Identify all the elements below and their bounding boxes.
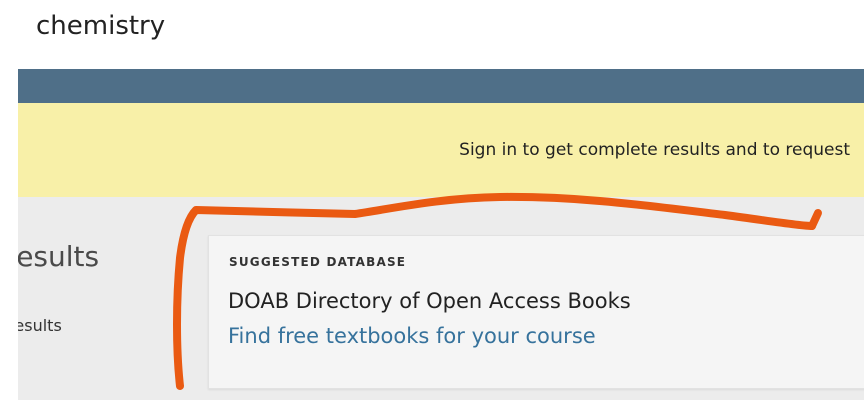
suggested-database-label: SUGGESTED DATABASE	[229, 255, 407, 269]
sign-in-message[interactable]: Sign in to get complete results and to r…	[459, 138, 850, 162]
database-link[interactable]: Find free textbooks for your course	[228, 322, 596, 350]
database-title: DOAB Directory of Open Access Books	[228, 289, 631, 313]
results-sidebar: Results Results	[18, 197, 178, 400]
sign-in-banner: Sign in to get complete results and to r…	[18, 103, 864, 197]
results-area: Results Results SUGGESTED DATABASE DOAB …	[18, 197, 864, 400]
results-heading: Results	[18, 240, 100, 273]
suggested-database-card: SUGGESTED DATABASE DOAB Directory of Ope…	[208, 235, 864, 389]
results-page: Sign in to get complete results and to r…	[18, 69, 864, 400]
search-term: chemistry	[36, 11, 166, 41]
top-navigation-bar	[18, 69, 864, 103]
results-count-label: Results	[18, 316, 62, 335]
